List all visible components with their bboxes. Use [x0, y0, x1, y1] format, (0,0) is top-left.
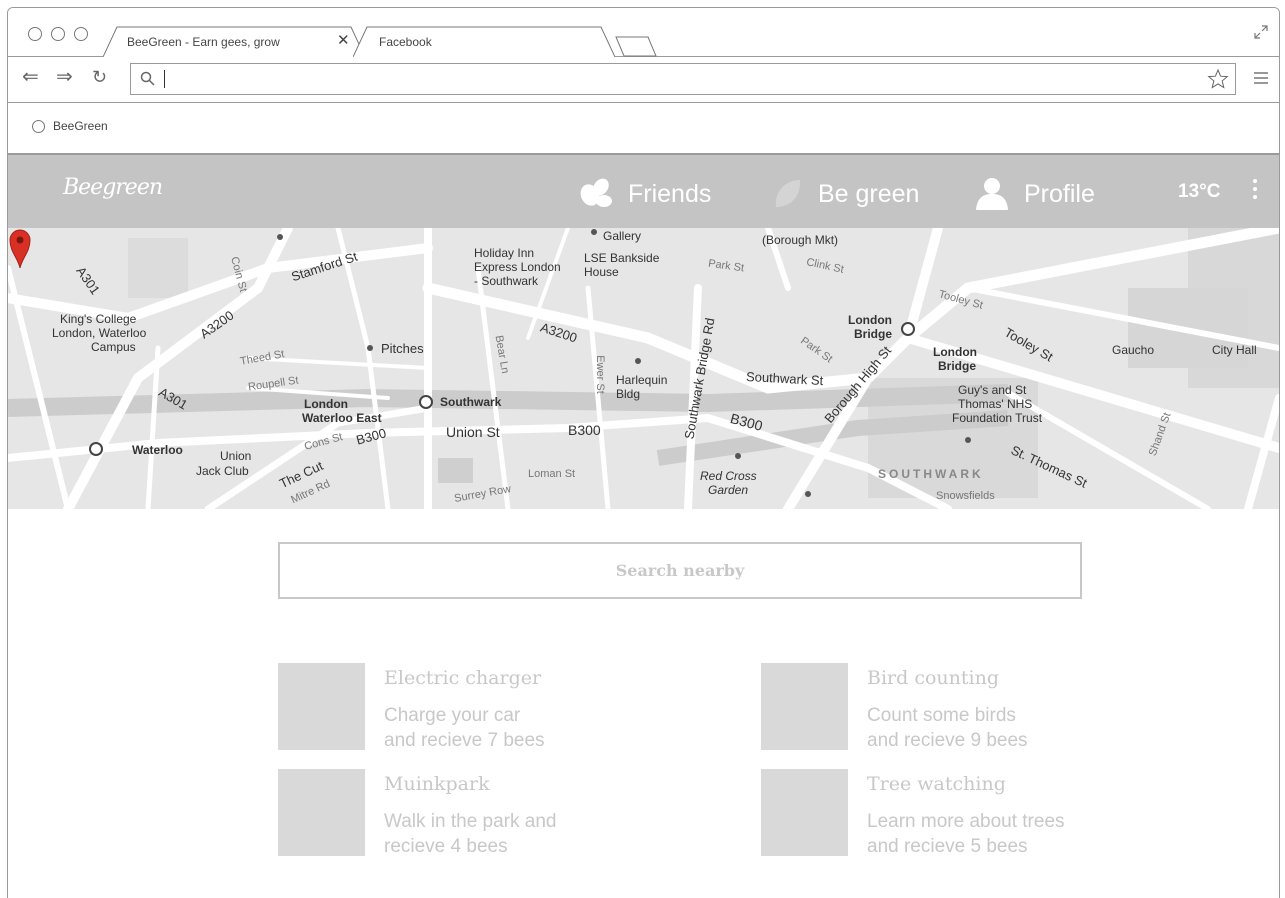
map-label: King's College	[60, 312, 137, 326]
map-label: Union St	[446, 424, 500, 440]
activity-description: Learn more about trees and recieve 5 bee…	[867, 811, 1065, 857]
map-label: Pitches	[381, 341, 424, 356]
map-label: Snowsfields	[936, 490, 995, 502]
map-label: Southwark	[440, 395, 502, 409]
map-label: London	[304, 397, 348, 411]
location-pin-icon[interactable]	[8, 228, 32, 268]
forward-arrow-icon[interactable]: ⇒	[56, 67, 73, 87]
search-nearby-button[interactable]: Search nearby	[278, 542, 1082, 599]
bookmarks-bar: BeeGreen	[8, 103, 1279, 155]
map-label: (Borough Mkt)	[762, 233, 839, 247]
close-window-button[interactable]	[28, 27, 42, 41]
map-label: Waterloo	[132, 443, 183, 457]
text-cursor	[164, 70, 165, 88]
more-options-icon[interactable]	[1253, 179, 1259, 203]
activity-title: Tree watching	[867, 773, 1006, 795]
nav-friends-label: Friends	[628, 179, 712, 208]
person-icon	[976, 178, 1008, 210]
map-label: House	[584, 265, 619, 279]
map-label: Union	[220, 449, 252, 463]
activity-card-electric-charger[interactable]: Electric charger Charge your car and rec…	[278, 663, 678, 751]
temperature-readout: 13°C	[1178, 181, 1221, 202]
map-label: Foundation Trust	[952, 411, 1043, 425]
map-label: Bldg	[616, 387, 641, 401]
address-input[interactable]	[130, 63, 1236, 95]
activity-card-bird-counting[interactable]: Bird counting Count some birds and recie…	[761, 663, 1161, 751]
beegreen-logo[interactable]: Beegreen	[63, 175, 163, 200]
maximize-window-button[interactable]	[74, 27, 88, 41]
activity-title: Muinkpark	[384, 773, 490, 795]
address-bar-row: ⇐ ⇒ ↻	[8, 57, 1279, 103]
map-label: Garden	[708, 483, 749, 497]
map-label: Jack Club	[196, 464, 249, 478]
browser-menu-icon[interactable]	[1253, 70, 1269, 86]
map-label: Gaucho	[1112, 343, 1155, 357]
activity-thumbnail	[278, 769, 365, 856]
back-arrow-icon[interactable]: ⇐	[22, 67, 39, 87]
nav-be-green[interactable]: Be green	[772, 177, 919, 211]
leaf-icon	[775, 180, 801, 207]
nav-friends[interactable]: Friends	[578, 177, 711, 211]
star-bookmark-icon[interactable]	[1207, 68, 1229, 90]
map-label: Red Cross	[700, 469, 757, 483]
map-label: - Southwark	[474, 274, 539, 288]
activity-description: Charge your car and recieve 7 bees	[384, 705, 545, 751]
map-label: B300	[568, 422, 601, 438]
map-label: Bridge	[854, 327, 893, 341]
map-label: Southwark St	[745, 368, 824, 389]
map-label: London	[848, 313, 892, 327]
close-icon[interactable]: ✕	[337, 31, 350, 49]
search-icon	[140, 71, 155, 86]
map-label: London, Waterloo	[52, 326, 147, 340]
fullscreen-icon[interactable]	[1253, 24, 1269, 40]
map-label: Gallery	[603, 229, 642, 243]
browser-window: BeeGreen - Earn gees, grow ✕ Facebook ⇐ …	[7, 7, 1280, 898]
map-label: Holiday Inn	[474, 246, 535, 260]
map-label: London	[933, 345, 977, 359]
reload-icon[interactable]: ↻	[92, 67, 107, 87]
bookmark-beegreen[interactable]: BeeGreen	[32, 119, 108, 133]
activity-card-tree-watching[interactable]: Tree watching Learn more about trees and…	[761, 769, 1161, 857]
activity-description: Count some birds and recieve 9 bees	[867, 705, 1028, 751]
app-header: Beegreen Friends Be green Profile 13°C	[8, 155, 1279, 228]
activity-card-muinkpark[interactable]: Muinkpark Walk in the park and recieve 4…	[278, 769, 678, 857]
tab-title: BeeGreen - Earn gees, grow	[127, 35, 280, 49]
map-label: LSE Bankside	[584, 251, 660, 265]
map-view[interactable]: Gallery (Borough Mkt) Holiday Inn Expres…	[8, 228, 1279, 509]
map-label: Guy's and St	[958, 383, 1027, 397]
bee-icon	[580, 178, 612, 207]
activity-title: Electric charger	[384, 667, 542, 689]
activity-description: Walk in the park and recieve 4 bees	[384, 811, 557, 857]
map-label: Ewer St	[593, 355, 606, 394]
nav-profile-label: Profile	[1024, 179, 1095, 208]
new-tab-icon	[615, 36, 657, 57]
nav-profile[interactable]: Profile	[974, 177, 1095, 211]
tab-title: Facebook	[379, 35, 432, 49]
map-label: SOUTHWARK	[878, 467, 984, 481]
activity-thumbnail	[761, 663, 848, 750]
tab-strip: BeeGreen - Earn gees, grow ✕ Facebook	[8, 8, 1279, 57]
map-label: Loman St	[528, 468, 576, 480]
tab-facebook[interactable]: Facebook	[353, 26, 615, 57]
bookmark-label: BeeGreen	[53, 119, 108, 133]
map-label: Thomas' NHS	[958, 397, 1033, 411]
minimize-window-button[interactable]	[51, 27, 65, 41]
map-label: Bridge	[938, 359, 977, 373]
map-label: Express London	[474, 260, 561, 274]
activity-title: Bird counting	[867, 667, 999, 689]
map-label: Harlequin	[616, 373, 668, 387]
bookmark-favicon-icon	[32, 119, 45, 133]
map-label: City Hall	[1212, 343, 1257, 357]
nav-be-green-label: Be green	[818, 179, 920, 208]
activity-thumbnail	[278, 663, 365, 750]
tab-beegreen[interactable]: BeeGreen - Earn gees, grow ✕	[103, 26, 365, 57]
map-label: Campus	[91, 340, 136, 354]
map-label: Waterloo East	[302, 411, 382, 425]
activity-thumbnail	[761, 769, 848, 856]
new-tab-button[interactable]	[614, 26, 658, 57]
